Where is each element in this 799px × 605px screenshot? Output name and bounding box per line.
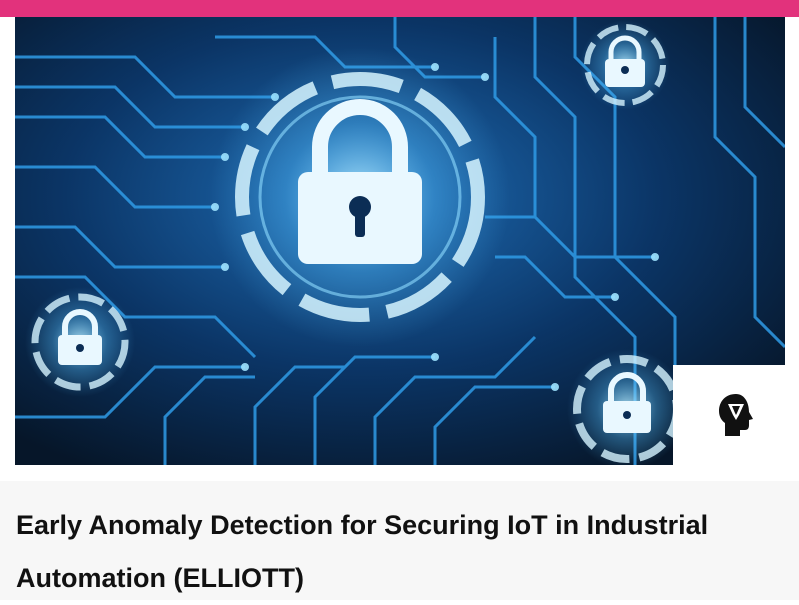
- article-title[interactable]: Early Anomaly Detection for Securing IoT…: [16, 499, 791, 605]
- brand-logo[interactable]: [673, 365, 799, 465]
- hero-image[interactable]: [15, 17, 785, 465]
- padlock-circuit-board-image: [15, 17, 785, 465]
- top-accent-bar: [0, 0, 799, 17]
- article-card-body: Early Anomaly Detection for Securing IoT…: [0, 481, 799, 600]
- head-silhouette-icon: [719, 394, 753, 436]
